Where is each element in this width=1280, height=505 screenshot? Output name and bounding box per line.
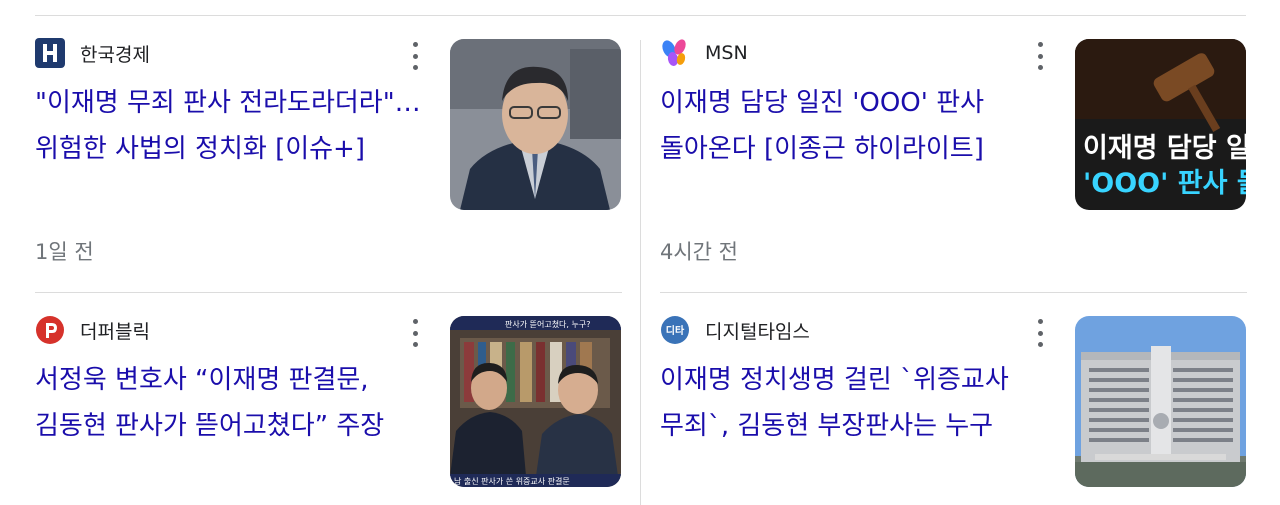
headline-link[interactable]: "이재명 무죄 판사 전라도라더라"…위험한 사법의 정치화 [이슈+] — [35, 80, 427, 172]
headline-link[interactable]: 이재명 담당 일진 'OOO' 판사 돌아온다 [이종근 하이라이트] — [660, 80, 1052, 172]
news-card[interactable]: 디타 디지털타임스 이재명 정치생명 걸린 `위증교사 무죄`, 김동현 부장판… — [660, 315, 1247, 505]
headline-link[interactable]: 이재명 정치생명 걸린 `위증교사 무죄`, 김동현 부장판사는 누구 — [660, 357, 1052, 449]
thumbnail-caption-line-2: 'OOO' 판사 돌 — [1083, 168, 1246, 199]
msn-logo-icon — [660, 38, 690, 68]
thumbnail-image[interactable] — [1075, 316, 1246, 487]
thepublic-logo-icon — [35, 315, 65, 345]
more-options-icon[interactable] — [1030, 42, 1050, 70]
timestamp: 1일 전 — [35, 240, 94, 264]
more-options-icon[interactable] — [1030, 319, 1050, 347]
thumbnail-image[interactable]: 이재명 담당 일 'OOO' 판사 돌 — [1075, 39, 1246, 210]
news-source: 더퍼블릭 — [35, 315, 150, 345]
news-source: MSN — [660, 38, 748, 68]
hankyung-logo-icon — [35, 38, 65, 68]
row-divider-right — [660, 292, 1247, 293]
more-options-icon[interactable] — [405, 319, 425, 347]
source-name: 디지털타임스 — [705, 320, 810, 343]
source-name: MSN — [705, 42, 748, 64]
thumbnail-banner-bottom: 남 출신 판사가 쓴 위증교사 판결문 — [454, 476, 570, 486]
headline-link[interactable]: 서정욱 변호사 “이재명 판결문, 김동현 판사가 뜯어고쳤다” 주장 — [35, 357, 427, 449]
thumbnail-caption-line-1: 이재명 담당 일 — [1083, 133, 1246, 164]
news-source: 디타 디지털타임스 — [660, 315, 810, 345]
news-card[interactable]: MSN 이재명 담당 일진 'OOO' 판사 돌아온다 [이종근 하이라이트] … — [660, 38, 1247, 278]
source-name: 한국경제 — [80, 43, 150, 66]
more-options-icon[interactable] — [405, 42, 425, 70]
dt-logo-icon: 디타 — [660, 315, 690, 345]
thumbnail-image[interactable] — [450, 39, 621, 210]
top-divider — [35, 15, 1246, 16]
news-card[interactable]: 더퍼블릭 서정욱 변호사 “이재명 판결문, 김동현 판사가 뜯어고쳤다” 주장… — [35, 315, 622, 505]
news-card[interactable]: 한국경제 "이재명 무죄 판사 전라도라더라"…위험한 사법의 정치화 [이슈+… — [35, 38, 622, 278]
source-name: 더퍼블릭 — [80, 320, 150, 343]
thumbnail-banner-top: 판사가 뜯어고쳤다, 누구? — [505, 319, 590, 329]
thumbnail-image[interactable]: 판사가 뜯어고쳤다, 누구? 남 출신 판사가 쓴 위증교사 판결문 — [450, 316, 621, 487]
column-divider — [640, 40, 641, 505]
timestamp: 4시간 전 — [660, 240, 738, 264]
news-source: 한국경제 — [35, 38, 150, 68]
dt-logo-text: 디타 — [666, 324, 685, 337]
row-divider-left — [35, 292, 622, 293]
